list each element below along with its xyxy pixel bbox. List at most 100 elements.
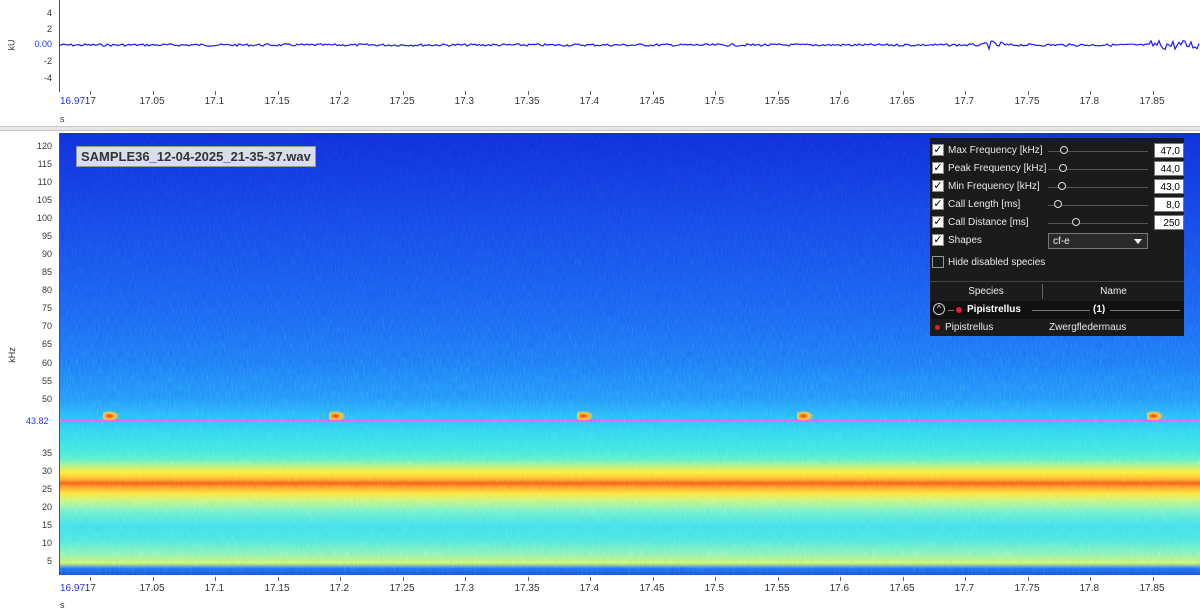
param-row: ✓ Call Distance [ms] 250	[930, 214, 1184, 232]
waveform-x-tick-mark	[1027, 91, 1029, 95]
waveform-y-tick: 4	[46, 8, 52, 18]
waveform-x-tick-mark	[215, 91, 216, 95]
spectrogram-y-tick: 20	[41, 501, 52, 512]
waveform-plot[interactable]	[58, 0, 1200, 92]
waveform-x-tick: 17.3	[454, 96, 475, 107]
spectrogram-x-tick-mark	[215, 577, 216, 581]
waveform-x-tick-mark	[90, 91, 91, 95]
spectrogram-y-tick: 80	[41, 285, 52, 296]
param-label: Min Frequency [kHz]	[948, 181, 1040, 192]
waveform-x-tick-mark	[590, 91, 591, 95]
name-column-header[interactable]: Name	[1043, 282, 1184, 301]
waveform-panel: kU 4 2 0.00 -2 -4 16.97 17 17.05 17.1 17.15 17.2 1…	[0, 0, 1200, 126]
param-value-input[interactable]: 43,0	[1154, 179, 1184, 194]
spectrogram-x-tick-mark	[527, 577, 529, 581]
spectrogram-x-tick-mark	[1027, 577, 1029, 581]
spectrogram-y-tick: 35	[41, 447, 52, 458]
param-slider-knob[interactable]	[1054, 200, 1062, 208]
spectrogram-y-tick: 90	[41, 249, 52, 260]
param-slider-track[interactable]	[1048, 223, 1148, 224]
param-checkbox[interactable]: ✓	[932, 180, 944, 192]
spectrogram-y-tick: 70	[41, 321, 52, 332]
param-row: ✓ Min Frequency [kHz] 43,0	[930, 178, 1184, 196]
spectrogram-x-tick: 17	[84, 583, 96, 594]
spectrogram-x-tick-mark	[715, 577, 716, 581]
group-line-left	[948, 310, 954, 311]
panel-splitter[interactable]	[0, 126, 1200, 131]
param-checkbox[interactable]: ✓	[932, 144, 944, 156]
shapes-dropdown[interactable]: cf-e	[1048, 233, 1148, 249]
spectrogram-y-tick: 30	[41, 465, 52, 476]
spectrogram-x-tick-mark	[152, 577, 154, 581]
spectrogram-x-tick-mark	[1152, 577, 1154, 581]
spectrogram-x-tick: 17.75	[1014, 583, 1040, 594]
waveform-x-unit: s	[60, 114, 65, 124]
spectrogram-x-tick: 17.3	[454, 583, 475, 594]
param-checkbox[interactable]: ✓	[932, 216, 944, 228]
spectrogram-x-tick: 17.8	[1079, 583, 1100, 594]
param-slider-knob[interactable]	[1059, 164, 1067, 172]
spectrogram-y-tick: 95	[41, 231, 52, 242]
waveform-x-tick: 17.8	[1079, 96, 1100, 107]
spectrogram-y-unit: kHz	[6, 347, 17, 363]
spectrogram-x-tick-mark	[902, 577, 904, 581]
waveform-x-tick-mark	[777, 91, 779, 95]
waveform-x-tick: 17.15	[264, 96, 290, 107]
waveform-y-tick: -4	[43, 73, 52, 83]
param-checkbox[interactable]: ✓	[932, 198, 944, 210]
spectrogram-y-tick: 25	[41, 483, 52, 494]
param-slider-knob[interactable]	[1072, 218, 1080, 226]
group-line-mid	[1032, 310, 1090, 311]
waveform-x-tick: 17	[84, 96, 96, 107]
species-column-header[interactable]: Species	[930, 282, 1042, 301]
param-value-input[interactable]: 250	[1154, 215, 1184, 230]
name-cell: Zwergfledermaus	[1049, 322, 1127, 333]
species-group-row[interactable]: ^ Pipistrellus (1)	[930, 301, 1184, 319]
param-checkbox[interactable]: ✓	[932, 162, 944, 174]
spectrogram-y-tick: 75	[41, 303, 52, 314]
param-slider-knob[interactable]	[1060, 146, 1068, 154]
group-count: (1)	[1093, 304, 1106, 315]
hide-disabled-checkbox[interactable]	[932, 256, 944, 268]
species-color-dot	[956, 307, 962, 313]
time-axis: 16.97 17 17.05 17.1 17.15 17.2 17.25 17.3 17.35 1…	[0, 575, 1200, 613]
param-label: Call Distance [ms]	[948, 217, 1029, 228]
shapes-checkbox[interactable]: ✓	[932, 234, 944, 246]
group-line-right	[1110, 310, 1180, 311]
spectrogram-y-tick: 5	[46, 556, 52, 566]
param-label: Max Frequency [kHz]	[948, 145, 1043, 156]
collapse-icon[interactable]: ^	[933, 303, 945, 315]
spectrogram-x-tick: 17.4	[579, 583, 600, 594]
waveform-y-tick: -2	[43, 56, 52, 66]
param-value-input[interactable]: 44,0	[1154, 161, 1184, 176]
waveform-x-tick: 17.25	[389, 96, 415, 107]
waveform-x-tick-mark	[715, 91, 716, 95]
waveform-y-unit: kU	[6, 39, 17, 51]
param-slider-knob[interactable]	[1058, 182, 1066, 190]
frequency-cursor-line[interactable]	[59, 420, 1200, 421]
param-value-input[interactable]: 8,0	[1154, 197, 1184, 212]
waveform-x-tick: 17.45	[639, 96, 665, 107]
species-row[interactable]: Pipistrellus Zwergfledermaus	[930, 319, 1184, 336]
group-label: Pipistrellus	[967, 304, 1021, 315]
param-slider-track[interactable]	[1048, 205, 1148, 206]
spectrogram-y-tick: 115	[37, 159, 52, 170]
spectrogram-x-tick-mark	[277, 577, 279, 581]
param-value-input[interactable]: 47,0	[1154, 143, 1184, 158]
spectrogram-x-tick-mark	[840, 577, 841, 581]
spectrogram-y-tick: 10	[41, 537, 52, 548]
spectrogram-x-tick: 17.45	[639, 583, 665, 594]
spectrogram-x-tick: 17.15	[264, 583, 290, 594]
spectrogram-y-tick: 105	[36, 195, 52, 206]
spectrogram-y-tick: 65	[41, 339, 52, 350]
spectrogram-x-tick: 17.35	[514, 583, 540, 594]
waveform-x-tick: 17.05	[139, 96, 165, 107]
species-table-header: Species Name	[930, 281, 1184, 301]
waveform-x-tick: 17.4	[579, 96, 600, 107]
hide-disabled-row: Hide disabled species	[930, 254, 1184, 272]
waveform-x-tick-mark	[527, 91, 529, 95]
spectrogram-y-tick: 50	[41, 393, 52, 404]
spectrogram-x-tick: 17.25	[389, 583, 415, 594]
spectrogram-y-tick: 15	[41, 519, 52, 530]
species-cell: Pipistrellus	[945, 322, 994, 333]
